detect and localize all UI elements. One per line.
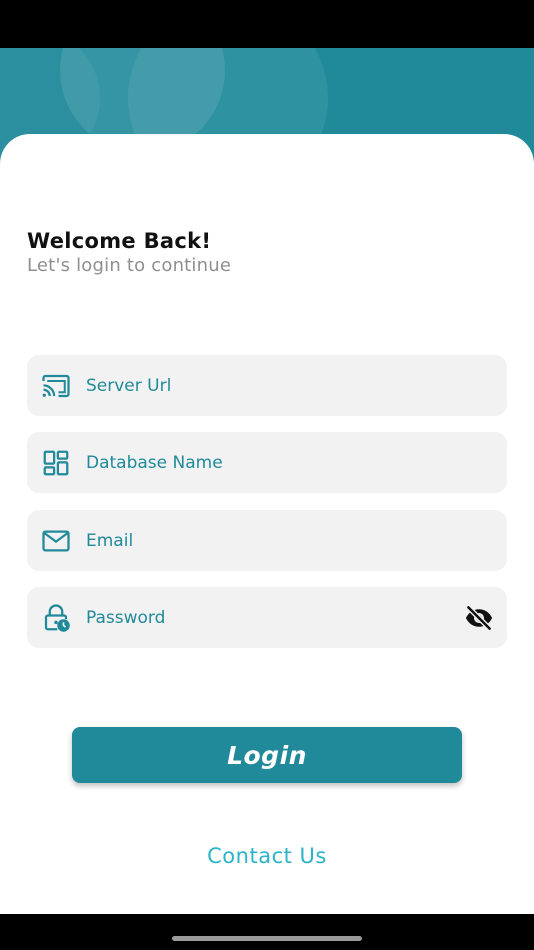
eye-off-icon[interactable] [463,603,495,633]
email-input[interactable] [86,510,446,571]
status-bar [0,0,534,48]
login-button[interactable]: Login [72,727,462,783]
login-card: Welcome Back! Let's login to continue Se… [0,134,534,914]
contact-us-link[interactable]: Contact Us [0,844,534,868]
dashboard-grid-icon [43,450,69,476]
email-field[interactable] [27,510,507,571]
home-indicator[interactable] [172,936,362,941]
login-screen: Welcome Back! Let's login to continue Se… [0,0,534,950]
password-input[interactable] [86,587,446,648]
password-field[interactable] [27,587,507,648]
database-name-field[interactable] [27,432,507,493]
database-name-input[interactable] [86,432,446,493]
server-url-field[interactable] [27,355,507,416]
welcome-subtitle: Let's login to continue [27,255,232,276]
welcome-title: Welcome Back! [27,229,212,253]
mail-icon [42,530,70,552]
navigation-bar [0,914,534,950]
cast-icon [42,374,70,398]
server-url-input[interactable] [86,355,446,416]
lock-clock-icon [44,604,70,632]
